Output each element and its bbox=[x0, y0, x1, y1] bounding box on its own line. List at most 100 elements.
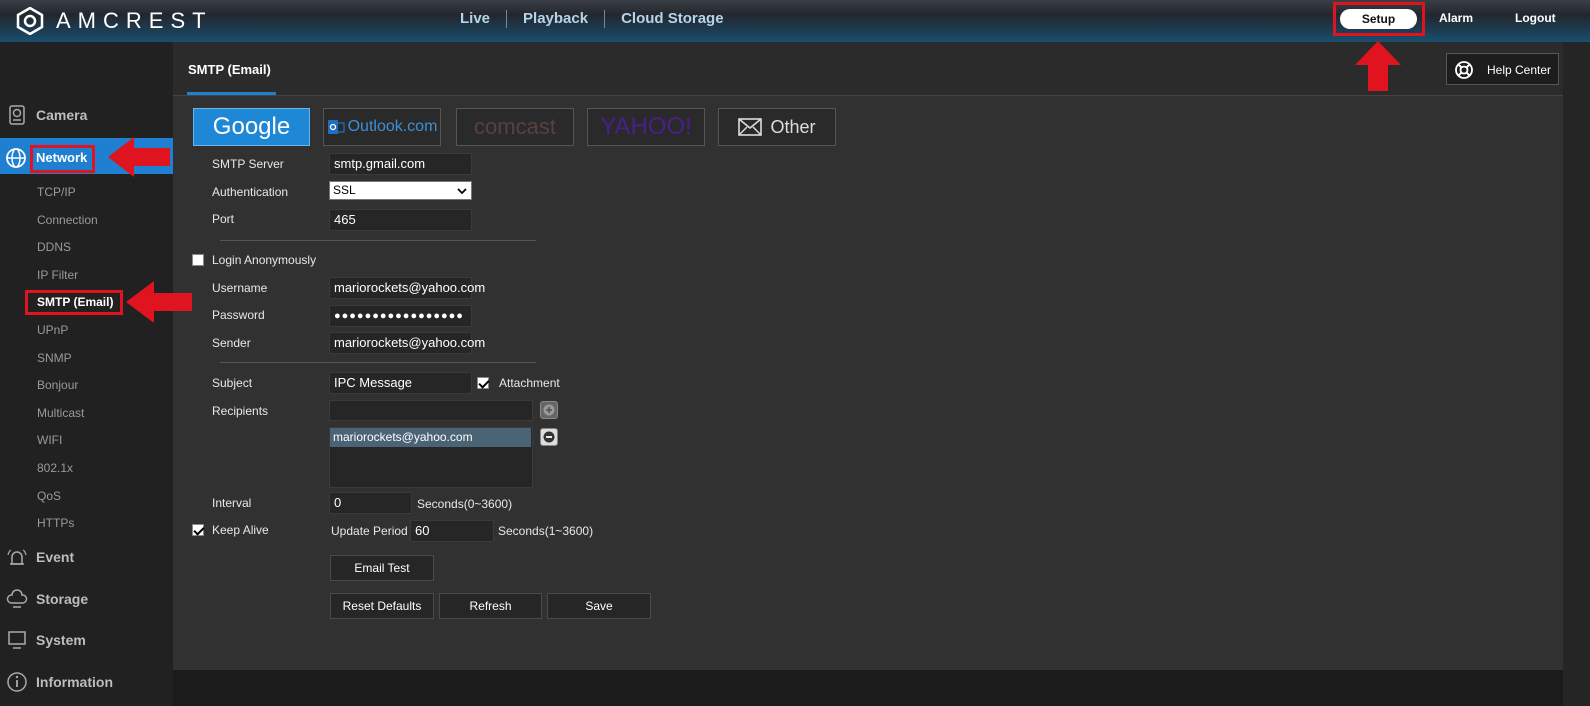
outlook-icon bbox=[327, 120, 345, 134]
camera-icon bbox=[9, 105, 25, 125]
sidebar-network-label: Network bbox=[36, 150, 88, 165]
top-bar: AMCREST Live Playback Cloud Storage Setu… bbox=[0, 0, 1590, 42]
smtp-server-input[interactable]: smtp.gmail.com bbox=[329, 153, 472, 175]
add-recipient-button[interactable] bbox=[540, 401, 558, 419]
amcrest-logo-icon bbox=[16, 7, 44, 35]
login-anonymously-checkbox[interactable] bbox=[192, 254, 204, 266]
refresh-button[interactable]: Refresh bbox=[439, 593, 542, 619]
sidebar-sub-multicast[interactable]: Multicast bbox=[37, 406, 84, 420]
brand-name: AMCREST bbox=[56, 8, 213, 33]
red-arrow-left-icon bbox=[108, 137, 170, 177]
keep-alive-label: Keep Alive bbox=[212, 523, 269, 537]
sidebar-sub-qos[interactable]: QoS bbox=[37, 489, 61, 503]
password-input[interactable]: ●●●●●●●●●●●●●●●●● bbox=[329, 305, 472, 327]
form-divider bbox=[220, 240, 536, 241]
tab-smtp-email[interactable]: SMTP (Email) bbox=[188, 62, 271, 77]
recipient-input[interactable] bbox=[329, 400, 533, 421]
port-label: Port bbox=[212, 212, 235, 226]
sidebar-sub-https[interactable]: HTTPs bbox=[37, 516, 74, 530]
bottom-margin bbox=[173, 670, 1563, 706]
sidebar-sub-tcpip[interactable]: TCP/IP bbox=[37, 185, 76, 199]
form-divider bbox=[220, 362, 536, 363]
provider-outlook-label: Outlook.com bbox=[347, 118, 438, 135]
sidebar-sub-ip-filter[interactable]: IP Filter bbox=[37, 268, 78, 282]
attachment-checkbox[interactable] bbox=[477, 377, 489, 389]
sidebar-item-label: System bbox=[36, 632, 86, 648]
provider-outlook-button[interactable]: Outlook.com bbox=[323, 108, 441, 146]
red-arrow-up-icon bbox=[1355, 41, 1401, 91]
recipient-list-item[interactable]: mariorockets@yahoo.com bbox=[330, 428, 531, 447]
sidebar-sub-smtp-email[interactable]: SMTP (Email) bbox=[37, 295, 113, 309]
sender-label: Sender bbox=[212, 336, 251, 350]
attachment-label: Attachment bbox=[499, 376, 560, 390]
update-period-label: Update Period bbox=[331, 524, 408, 538]
keep-alive-checkbox[interactable] bbox=[192, 524, 204, 536]
authentication-select[interactable]: SSL bbox=[329, 181, 472, 200]
subject-input[interactable]: IPC Message bbox=[329, 372, 472, 394]
smtp-server-label: SMTP Server bbox=[212, 157, 284, 171]
sidebar-sub-ddns[interactable]: DDNS bbox=[37, 240, 71, 254]
alarm-bell-icon bbox=[7, 549, 27, 565]
setup-button[interactable]: Setup bbox=[1340, 9, 1417, 29]
app-window: AMCREST Live Playback Cloud Storage Setu… bbox=[0, 0, 1590, 706]
password-label: Password bbox=[212, 308, 265, 322]
help-center-button[interactable]: Help Center bbox=[1446, 53, 1559, 85]
interval-unit: Seconds(0~3600) bbox=[417, 497, 513, 511]
sidebar-item-camera[interactable]: Camera bbox=[0, 97, 173, 133]
nav-cloud-storage[interactable]: Cloud Storage bbox=[605, 10, 740, 28]
sidebar-item-label: Information bbox=[36, 674, 113, 690]
authentication-value: SSL bbox=[333, 183, 356, 197]
sidebar-sub-upnp[interactable]: UPnP bbox=[37, 323, 68, 337]
minus-icon bbox=[543, 431, 555, 443]
plus-icon bbox=[543, 404, 555, 416]
info-icon bbox=[7, 672, 27, 692]
remove-recipient-button[interactable] bbox=[540, 428, 558, 446]
sidebar-sub-connection[interactable]: Connection bbox=[37, 213, 98, 227]
help-center-label: Help Center bbox=[1487, 63, 1552, 77]
cloud-storage-icon bbox=[6, 589, 28, 608]
provider-google-label: Google bbox=[212, 113, 291, 140]
provider-yahoo-button[interactable]: YAHOO! bbox=[587, 108, 705, 146]
provider-other-label: Other bbox=[770, 116, 816, 137]
subject-label: Subject bbox=[212, 376, 253, 390]
chevron-down-icon bbox=[457, 188, 467, 195]
nav-live[interactable]: Live bbox=[444, 10, 506, 28]
username-input[interactable]: mariorockets@yahoo.com bbox=[329, 277, 485, 299]
sidebar-sub-snmp[interactable]: SNMP bbox=[37, 351, 72, 365]
sidebar-item-information[interactable]: Information bbox=[0, 664, 173, 700]
network-globe-icon bbox=[6, 148, 26, 168]
sidebar-item-storage[interactable]: Storage bbox=[0, 581, 173, 617]
provider-google-button[interactable]: Google bbox=[193, 108, 310, 146]
provider-other-button[interactable]: Other bbox=[718, 108, 836, 146]
interval-input[interactable]: 0 bbox=[329, 492, 412, 514]
nav-logout[interactable]: Logout bbox=[1515, 11, 1556, 25]
sidebar-sub-wifi[interactable]: WIFI bbox=[37, 433, 62, 447]
sender-input[interactable]: mariorockets@yahoo.com bbox=[329, 332, 485, 354]
sidebar-item-event[interactable]: Event bbox=[0, 539, 173, 575]
email-test-button[interactable]: Email Test bbox=[330, 555, 434, 581]
lifebuoy-icon bbox=[1455, 61, 1473, 79]
authentication-label: Authentication bbox=[212, 185, 289, 199]
provider-comcast-label: comcast bbox=[474, 114, 556, 139]
username-label: Username bbox=[212, 281, 268, 295]
interval-label: Interval bbox=[212, 496, 252, 510]
update-period-input[interactable]: 60 bbox=[410, 520, 494, 542]
update-period-unit: Seconds(1~3600) bbox=[498, 524, 594, 538]
sidebar-item-label: Storage bbox=[36, 591, 89, 607]
red-arrow-left-icon bbox=[126, 281, 192, 323]
right-margin bbox=[1563, 42, 1590, 706]
sidebar-item-label: Event bbox=[36, 549, 75, 565]
brand-logo: AMCREST bbox=[16, 6, 213, 36]
tab-active-underline bbox=[187, 92, 276, 95]
provider-comcast-button[interactable]: comcast bbox=[456, 108, 574, 146]
provider-yahoo-label: YAHOO! bbox=[600, 113, 692, 140]
sidebar-sub-bonjour[interactable]: Bonjour bbox=[37, 378, 78, 392]
reset-defaults-button[interactable]: Reset Defaults bbox=[330, 593, 434, 619]
sidebar-item-label: Camera bbox=[36, 107, 88, 123]
port-input[interactable]: 465 bbox=[329, 209, 472, 231]
sidebar-sub-8021x[interactable]: 802.1x bbox=[37, 461, 73, 475]
sidebar-item-system[interactable]: System bbox=[0, 622, 173, 658]
nav-playback[interactable]: Playback bbox=[507, 10, 604, 28]
save-button[interactable]: Save bbox=[547, 593, 651, 619]
nav-alarm[interactable]: Alarm bbox=[1439, 11, 1473, 25]
